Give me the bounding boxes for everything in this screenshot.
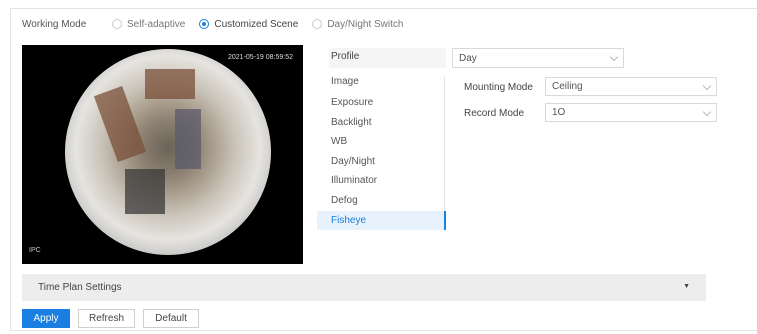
time-plan-settings-label: Time Plan Settings <box>38 282 122 293</box>
chevron-down-icon <box>702 81 712 91</box>
menu-item-illuminator[interactable]: Illuminator <box>331 175 377 186</box>
record-mode-label: Record Mode <box>464 108 525 119</box>
preview-channel: IPC <box>29 247 41 254</box>
fisheye-image <box>65 49 271 255</box>
menu-item-image[interactable]: Image <box>331 76 359 87</box>
record-mode-select[interactable]: 1O <box>545 103 717 122</box>
profile-select-value: Day <box>459 52 477 64</box>
profile-label: Profile <box>331 51 360 62</box>
menu-item-fisheye[interactable]: Fisheye <box>331 215 366 226</box>
refresh-button[interactable]: Refresh <box>78 309 135 328</box>
live-preview: 2021-05-19 08:59:52 IPC <box>22 45 303 264</box>
menu-item-defog[interactable]: Defog <box>331 195 358 206</box>
radio-customized-scene[interactable]: Customized Scene <box>199 19 298 30</box>
time-plan-settings-panel[interactable]: Time Plan Settings ▼ <box>22 274 706 301</box>
menu-item-backlight[interactable]: Backlight <box>331 117 372 128</box>
working-mode-row: Working Mode Self-adaptive Customized Sc… <box>22 16 417 32</box>
shelf-shape <box>125 169 165 214</box>
menu-active-indicator <box>444 211 446 230</box>
chevron-down-icon[interactable]: ▼ <box>683 283 690 290</box>
default-button[interactable]: Default <box>143 309 199 328</box>
menu-divider <box>444 76 445 230</box>
radio-self-adaptive-label: Self-adaptive <box>127 18 186 30</box>
working-mode-label: Working Mode <box>22 18 87 30</box>
shelf-shape <box>145 69 195 99</box>
profile-select[interactable]: Day <box>452 48 624 68</box>
preview-timestamp: 2021-05-19 08:59:52 <box>228 54 293 61</box>
radio-circle-icon[interactable] <box>312 19 323 29</box>
menu-item-day-night[interactable]: Day/Night <box>331 156 375 167</box>
shelf-shape <box>93 85 147 163</box>
chevron-down-icon <box>702 107 712 117</box>
mounting-mode-select[interactable]: Ceiling <box>545 77 717 96</box>
record-mode-value: 1O <box>552 107 566 118</box>
radio-checked-icon[interactable] <box>199 19 210 29</box>
mounting-mode-label: Mounting Mode <box>464 82 533 93</box>
apply-button[interactable]: Apply <box>22 309 70 328</box>
radio-day-night-switch[interactable]: Day/Night Switch <box>312 19 403 30</box>
radio-circle-icon[interactable] <box>112 19 122 29</box>
menu-item-wb[interactable]: WB <box>331 136 347 147</box>
radio-self-adaptive[interactable]: Self-adaptive <box>112 19 185 30</box>
menu-item-exposure[interactable]: Exposure <box>331 97 373 108</box>
chevron-down-icon <box>609 52 619 62</box>
radio-customized-scene-label: Customized Scene <box>214 18 299 30</box>
shelf-shape <box>175 109 201 169</box>
radio-day-night-switch-label: Day/Night Switch <box>327 18 404 30</box>
mounting-mode-value: Ceiling <box>552 81 583 92</box>
